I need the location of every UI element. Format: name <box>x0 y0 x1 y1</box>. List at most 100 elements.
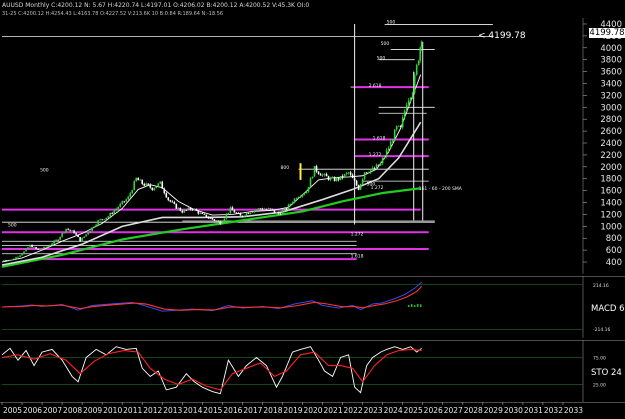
candle-body <box>123 201 126 203</box>
candle-body <box>263 209 266 210</box>
candle-body <box>265 209 268 210</box>
candle-body <box>297 197 300 199</box>
candle-body <box>411 92 414 98</box>
level-annotation: 800 <box>280 165 289 171</box>
candle-body <box>203 213 206 215</box>
level-annotation: 1.618 <box>351 253 364 259</box>
candle-body <box>77 234 79 238</box>
price-chart[interactable]: 400 600 800 1000 12001400 1600 1800 2000 2200 240… <box>0 18 625 274</box>
candle-body <box>383 156 386 159</box>
stochastic-chart[interactable]: 75.00 25.00 STO 24 <box>0 340 625 402</box>
level-annotation: 2.618 <box>369 83 382 89</box>
candle-body <box>39 249 41 251</box>
y-tick-label: 214.16 <box>593 283 609 289</box>
candle-body <box>31 244 33 248</box>
candle-body <box>205 214 208 218</box>
candle-body <box>347 172 350 174</box>
macd-chart[interactable]: 214.16 -214.16 MACD 6 <box>0 276 625 338</box>
y-tick-label: 2400 <box>600 139 622 149</box>
candle-body <box>227 212 230 215</box>
x-tick-label: 2009 <box>83 406 102 415</box>
candle-body <box>243 215 246 217</box>
candle-body <box>167 197 170 201</box>
y-tick-label: 800 <box>606 234 622 244</box>
x-tick-label: 2028 <box>464 406 483 415</box>
candle-body <box>379 163 382 166</box>
candle-body <box>51 243 53 246</box>
candle-body <box>333 177 336 182</box>
candle-body <box>301 194 304 197</box>
candle-body <box>365 172 368 174</box>
x-tick-label: 2005 <box>3 406 22 415</box>
candle-body <box>281 210 284 215</box>
candle-body <box>73 230 75 234</box>
candle-body <box>393 129 396 141</box>
candle-body <box>399 125 402 128</box>
candle-body <box>191 209 194 211</box>
candle-body <box>45 246 47 248</box>
candle-body <box>357 185 360 190</box>
candle-body <box>91 227 93 231</box>
candle-body <box>313 165 316 177</box>
candle-body <box>225 214 228 219</box>
candle-body <box>255 209 258 211</box>
candle-body <box>319 173 322 176</box>
candle-body <box>47 246 49 247</box>
candle-body <box>343 174 346 178</box>
candle-body <box>209 217 212 219</box>
x-tick-label: 2031 <box>524 406 543 415</box>
candle-body <box>385 150 388 157</box>
candle-body <box>305 191 308 194</box>
candle-body <box>153 188 156 191</box>
y-tick-label: 2000 <box>600 163 622 173</box>
candle-body <box>377 164 380 166</box>
candle-body <box>187 208 190 210</box>
level-annotation: 500 <box>381 41 390 47</box>
candle-body <box>207 217 210 219</box>
macd-label: MACD 6 <box>591 304 625 314</box>
candle-body <box>339 175 342 180</box>
candle-body <box>63 232 65 234</box>
y-tick-label: 1800 <box>600 175 622 185</box>
x-tick-label: 2021 <box>324 406 343 415</box>
y-tick-label: 2800 <box>600 115 622 125</box>
candle-body <box>151 187 154 191</box>
candle-body <box>239 213 242 216</box>
candle-body <box>341 175 344 178</box>
candle-body <box>69 229 71 231</box>
candle-body <box>53 240 55 244</box>
candle-body <box>147 183 150 185</box>
macd-histogram-bar <box>410 304 413 307</box>
candle-body <box>173 201 176 204</box>
candle-body <box>237 212 240 214</box>
candle-body <box>87 232 89 235</box>
candle-body <box>197 210 200 214</box>
candle-body <box>419 47 422 61</box>
candle-body <box>67 228 69 230</box>
x-axis: 2005 2006 2007 2008 2009 2010 2011 2012 2013 2014… <box>0 402 625 415</box>
x-tick-label: 2022 <box>344 406 363 415</box>
candle-body <box>193 208 196 210</box>
candle-body <box>327 176 330 180</box>
candle-body <box>349 172 352 175</box>
level-annotation: 500 <box>8 222 17 228</box>
candle-body <box>101 219 103 221</box>
candle-body <box>233 210 236 213</box>
y-tick-label: 3200 <box>600 91 622 101</box>
y-tick-label: 1000 <box>600 222 622 232</box>
candle-body <box>315 165 318 172</box>
candle-body <box>65 228 67 233</box>
candle-body <box>127 196 130 200</box>
x-tick-label: 2014 <box>183 406 202 415</box>
candle-body <box>331 177 334 179</box>
candle-body <box>391 140 394 142</box>
candle-body <box>295 198 298 200</box>
level-annotation: 500 <box>387 19 396 25</box>
candle-body <box>107 216 109 218</box>
sto-d-line <box>1 348 422 391</box>
candle-body <box>311 176 314 179</box>
candle-body <box>19 255 21 257</box>
candle-body <box>95 224 97 227</box>
candle-body <box>159 181 162 184</box>
candle-body <box>247 213 250 215</box>
